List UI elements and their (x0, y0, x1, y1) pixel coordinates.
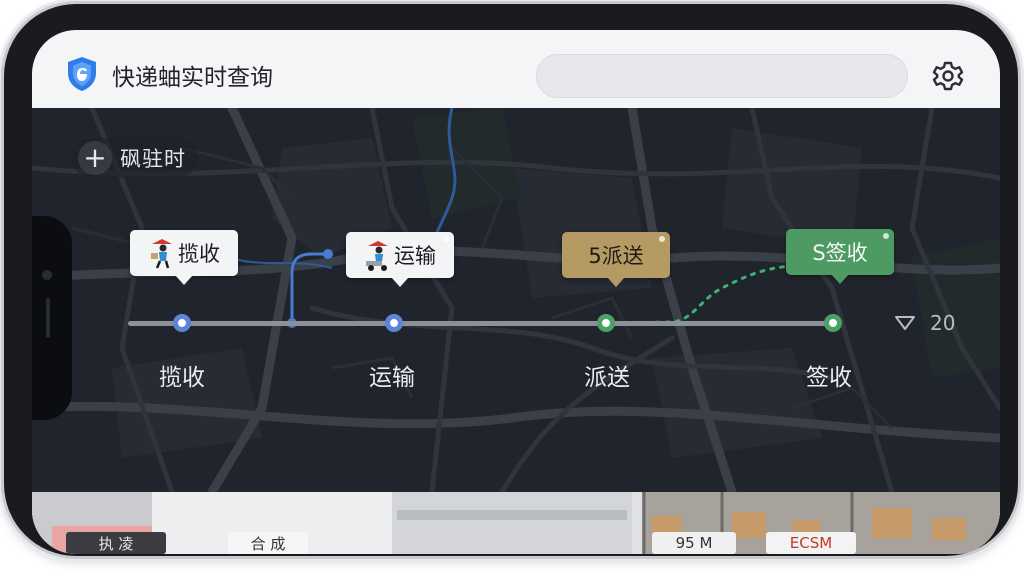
stage-label-signed: 签收 (806, 365, 852, 391)
card-corner-mark (443, 236, 449, 242)
add-stop-label: 砜驻时 (120, 147, 186, 171)
photo-strip[interactable]: 执 凌 合 成 95 M ECSM (32, 492, 1000, 554)
route-start-dot (323, 249, 333, 259)
camera-icon (42, 270, 52, 280)
stage-card-transport-text: 运输 (394, 244, 436, 268)
stage-label-delivery: 派送 (584, 365, 630, 391)
photo-label: ECSM (766, 532, 856, 554)
stage-card-pickup[interactable]: 揽收 (130, 230, 238, 285)
courier-icon (366, 241, 388, 271)
stage-card-signed[interactable]: S签收 (786, 229, 894, 284)
shield-icon (68, 57, 96, 91)
screen: 快递蚰实时查询 + 砜驻时 揽收 运输 派送 签收 揽收 运输 5派送 S签收 … (32, 30, 1000, 554)
photo-label: 95 M (652, 532, 736, 554)
phone-frame: 快递蚰实时查询 + 砜驻时 揽收 运输 派送 签收 揽收 运输 5派送 S签收 … (4, 4, 1018, 556)
app-title: 快递蚰实时查询 (112, 65, 273, 91)
photo-label: 合 成 (228, 532, 308, 554)
stage-node-pickup[interactable] (173, 314, 191, 332)
stage-card-transport[interactable]: 运输 (346, 232, 454, 287)
stage-label-transport: 运输 (369, 365, 415, 391)
speaker-icon (46, 298, 50, 338)
progress-track (128, 321, 840, 326)
stage-node-transport[interactable] (385, 314, 403, 332)
stage-node-signed[interactable] (824, 314, 842, 332)
card-corner-mark (883, 233, 889, 239)
count-filter[interactable]: 20 (894, 311, 955, 335)
stage-card-delivery[interactable]: 5派送 (562, 232, 670, 287)
stage-card-pickup-text: 揽收 (178, 242, 220, 266)
app-header: 快递蚰实时查询 (32, 30, 1000, 108)
count-value: 20 (930, 311, 956, 335)
courier-icon (151, 239, 172, 269)
triangle-down-icon (895, 316, 915, 330)
stage-label-pickup: 揽收 (159, 365, 205, 391)
camera-notch (32, 216, 72, 420)
card-corner-mark (659, 236, 665, 242)
stage-card-signed-text: S签收 (812, 241, 868, 265)
stage-card-delivery-text: 5派送 (588, 244, 644, 268)
plus-icon: + (78, 141, 112, 175)
gear-icon[interactable] (932, 60, 964, 92)
add-stop-button[interactable]: + 砜驻时 (72, 138, 198, 178)
map-view[interactable]: + 砜驻时 揽收 运输 派送 签收 揽收 运输 5派送 S签收 20 (32, 108, 1000, 492)
stage-node-delivery[interactable] (597, 314, 615, 332)
photo-label: 执 凌 (66, 532, 166, 554)
search-input[interactable] (536, 54, 908, 98)
